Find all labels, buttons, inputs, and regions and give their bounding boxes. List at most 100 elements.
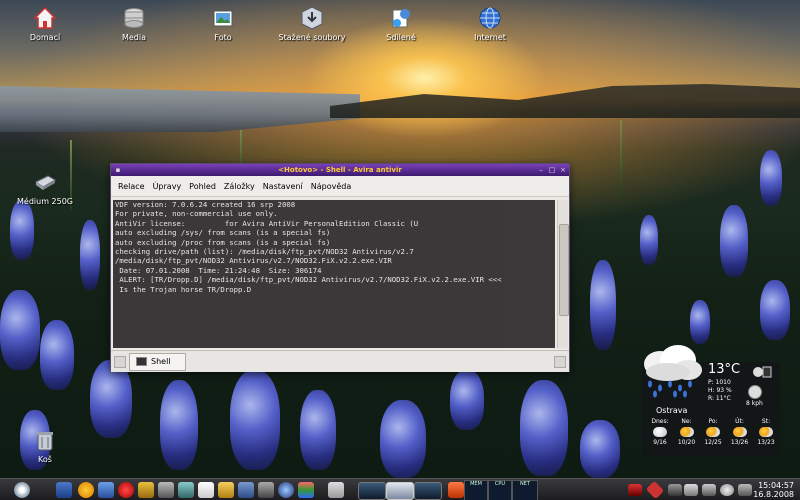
weather-widget[interactable]: 13°C P: 1010 H: 93 % R: 11°C 8 kph Ostra…	[634, 342, 780, 456]
wind-compass-icon	[748, 385, 762, 399]
browser-icon[interactable]	[278, 482, 294, 498]
konsole-window[interactable]: ▪ <Hotovo> - Shell - Avira antivir – □ ×…	[110, 163, 570, 372]
editor-icon[interactable]	[198, 482, 214, 498]
scrollbar-thumb[interactable]	[559, 224, 569, 316]
desktop-icon-media[interactable]: Media	[89, 6, 179, 42]
desktop-icon-downloads[interactable]: Stažené soubory	[267, 6, 357, 42]
menu-view[interactable]: Pohled	[185, 182, 220, 191]
media-icon	[122, 6, 146, 30]
wallpaper-flower	[40, 320, 74, 390]
kmenu-icon[interactable]	[14, 482, 30, 498]
desktop: Domací Media Foto Stažené soubory Sdílen…	[0, 0, 800, 500]
wallpaper-flower	[380, 400, 426, 478]
clipboard-icon[interactable]	[720, 484, 734, 496]
minimize-button[interactable]: –	[537, 166, 545, 174]
forecast-temp: 12/25	[704, 439, 722, 446]
settings-icon[interactable]	[258, 482, 274, 498]
desktop-icon-trash[interactable]: Koš	[0, 428, 90, 464]
maximize-button[interactable]: □	[548, 166, 556, 174]
wallpaper-flower	[80, 220, 100, 290]
wallpaper-flower	[0, 290, 40, 370]
network-icon[interactable]	[238, 482, 254, 498]
terminal-line: ALERT: [TR/Dropp.D] /media/disk/ftp_pvt/…	[115, 275, 502, 285]
forecast-temp: 13/26	[730, 439, 749, 446]
terminal-launcher-icon[interactable]	[178, 482, 194, 498]
desktop-icon-shared[interactable]: Sdílené	[356, 6, 446, 42]
terminal-line: /media/disk/ftp_pvt/NOD32 Antivirus/v2.7…	[115, 256, 392, 266]
mail-icon[interactable]	[98, 482, 114, 498]
drive-icon	[33, 170, 57, 194]
weather-temperature: 13°C	[708, 362, 741, 377]
internet-icon	[478, 6, 502, 30]
desktop-icon-home[interactable]: Domací	[0, 6, 90, 42]
new-tab-button[interactable]	[114, 356, 126, 368]
firefox-icon[interactable]	[78, 482, 94, 498]
wallpaper-grass	[620, 120, 622, 200]
terminal-line: AntiVir license: for Avira AntiVir Perso…	[115, 218, 419, 228]
menu-session[interactable]: Relace	[114, 182, 149, 191]
windows-icon[interactable]	[298, 482, 314, 498]
clock-time: 15:04:57	[758, 481, 794, 490]
forecast-day: Ne: 10/20	[675, 418, 699, 446]
menu-help[interactable]: Nápověda	[307, 182, 356, 191]
close-button[interactable]: ×	[559, 166, 567, 174]
window-title: <Hotovo> - Shell - Avira antivir	[278, 166, 402, 174]
cloud-icon	[653, 427, 667, 437]
menu-settings[interactable]: Nastavení	[259, 182, 307, 191]
desktop-pager-2[interactable]	[386, 482, 414, 500]
desktop-icon-label: Media	[121, 33, 147, 42]
avira-task-icon[interactable]	[328, 482, 344, 498]
monitor-label: NET	[520, 481, 530, 487]
wallpaper-flower	[230, 370, 280, 470]
show-desktop-icon[interactable]	[56, 482, 72, 498]
wallpaper-flower	[520, 380, 568, 476]
battery-icon[interactable]	[668, 484, 682, 496]
desktop-icon-internet[interactable]: Internet	[445, 6, 535, 42]
wallpaper-flower	[760, 150, 782, 206]
weather-city: Ostrava	[656, 406, 688, 415]
system-icon[interactable]	[158, 482, 174, 498]
desktop-icon-drive[interactable]: Médium 250G	[0, 170, 90, 206]
menu-edit[interactable]: Úpravy	[149, 182, 186, 191]
volume-icon[interactable]	[684, 484, 698, 496]
office-icon[interactable]	[138, 482, 154, 498]
desktop-icon-label: Internet	[474, 33, 506, 42]
partly-sunny-icon	[679, 427, 694, 437]
network-tray-icon[interactable]	[702, 484, 716, 496]
wallpaper-flower	[590, 260, 616, 350]
partly-sunny-icon	[732, 427, 747, 437]
menu-bookmarks[interactable]: Záložky	[220, 182, 259, 191]
flag-icon[interactable]	[628, 484, 642, 496]
terminal-line: VDF version: 7.0.6.24 created 16 srp 200…	[115, 200, 296, 209]
terminal-line: Date: 07.01.2008 Time: 21:24:48 Size: 30…	[115, 265, 322, 275]
terminal-scrollbar[interactable]	[557, 200, 569, 348]
desktop-pager-1[interactable]	[358, 482, 386, 500]
updates-icon[interactable]	[738, 484, 752, 496]
downloads-icon	[300, 6, 324, 30]
tab-shell[interactable]: Shell	[129, 353, 186, 371]
forecast-temp: 13/23	[757, 439, 775, 446]
close-tab-button[interactable]	[554, 356, 566, 368]
forecast-day: Út: 13/26	[728, 418, 752, 446]
desktop-icon-label: Foto	[214, 33, 232, 42]
desktop-icon-photo[interactable]: Foto	[178, 6, 268, 42]
forecast-day: Dnes: 9/16	[648, 418, 672, 446]
wallpaper-hills	[330, 84, 800, 118]
terminal-line: auto excluding /proc from scans (is a sp…	[115, 237, 331, 247]
home-icon	[33, 6, 57, 30]
wallpaper-flower	[580, 420, 620, 478]
desktop-pager-3[interactable]	[414, 482, 442, 500]
partly-sunny-icon	[706, 427, 720, 437]
forecast-day-label: St:	[761, 418, 771, 425]
desktop-icon-label: Stažené soubory	[278, 33, 346, 42]
files-icon[interactable]	[218, 482, 234, 498]
trash-icon	[33, 428, 57, 452]
opera-icon[interactable]	[118, 482, 134, 498]
terminal-output[interactable]: VDF version: 7.0.6.24 created 16 srp 200…	[113, 200, 555, 348]
forecast-day-label: Ne:	[681, 418, 692, 425]
weather-wind: 8 kph	[746, 400, 763, 407]
window-titlebar[interactable]: ▪ <Hotovo> - Shell - Avira antivir – □ ×	[111, 164, 569, 176]
clock[interactable]: 15:04:57 16.8.2008	[753, 481, 794, 499]
app-task-icon[interactable]	[448, 482, 464, 498]
alert-icon[interactable]	[645, 480, 665, 500]
